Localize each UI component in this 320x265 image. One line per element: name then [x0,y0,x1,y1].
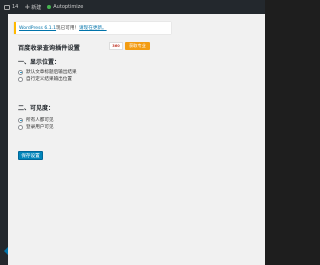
main-content: WordPress 6.1.1 现已可用！ 请现在更新。 百度收录查询插件设置 … [8,14,265,265]
save-settings-button[interactable]: 保存设置 [18,151,43,160]
radio-checked[interactable] [18,117,23,123]
new-label: 新建 [31,4,42,11]
wordpress-version-link[interactable]: WordPress 6.1.1 [19,26,56,31]
option-label: 登录用户可见 [26,125,54,130]
autoptimize-label: Autoptimize [53,4,84,10]
radio-unchecked[interactable] [18,76,23,82]
plus-icon: + [24,2,31,11]
update-notice: WordPress 6.1.1 现已可用！ 请现在更新。 [14,22,171,34]
option-label: 所有人都可见 [26,118,54,123]
status-dot-icon [47,5,52,9]
radio-checked[interactable] [18,69,23,75]
visibility-option-logged-in[interactable]: 登录用户可见 [18,124,54,130]
display-option-custom[interactable]: 自行定义结果输出位置 [18,76,72,82]
option-label: 默认文章标题后输出结果 [26,70,77,75]
comment-icon [4,4,10,10]
comments-menu[interactable]: 14 [4,0,18,14]
notice-text: 现已可用！ [56,26,80,31]
get-pro-button[interactable]: 获取专业 [125,42,150,50]
new-content-menu[interactable]: + 新建 [24,0,41,14]
ad-badge[interactable]: 360 [109,42,123,50]
comments-count: 14 [12,4,19,10]
visibility-title: 二、可见度： [18,105,55,112]
admin-sidebar [0,14,8,265]
admin-bar: 14 + 新建 Autoptimize [0,0,265,14]
update-now-link[interactable]: 请现在更新。 [79,25,107,31]
radio-unchecked[interactable] [18,124,23,130]
display-position-title: 一、显示位置： [18,59,61,66]
display-option-default[interactable]: 默认文章标题后输出结果 [18,69,77,75]
option-label: 自行定义结果输出位置 [26,77,72,82]
visibility-option-all[interactable]: 所有人都可见 [18,117,54,123]
page-title: 百度收录查询插件设置 [18,45,80,52]
autoptimize-menu[interactable]: Autoptimize [47,0,83,14]
